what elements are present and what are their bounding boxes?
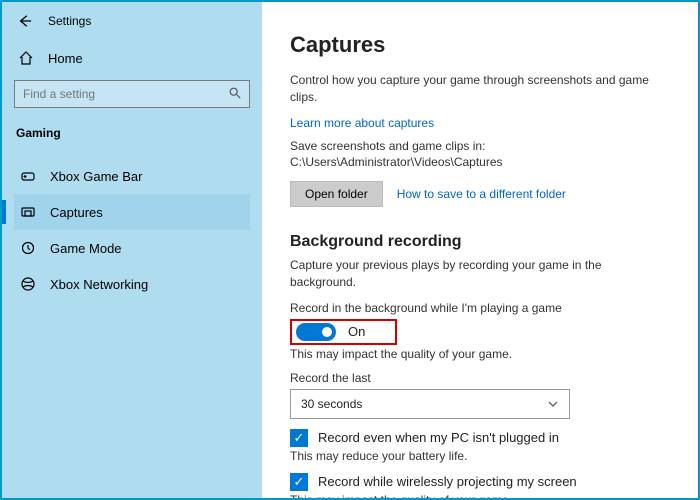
learn-more-link[interactable]: Learn more about captures	[290, 116, 670, 130]
window-title: Settings	[48, 14, 91, 28]
sidebar-item-xbox-game-bar[interactable]: Xbox Game Bar	[14, 158, 250, 194]
sidebar-item-label: Game Mode	[50, 241, 122, 256]
sidebar-item-label: Xbox Networking	[50, 277, 148, 292]
search-icon	[228, 86, 242, 100]
highlight-box: On	[290, 319, 397, 345]
sidebar-category: Gaming	[14, 122, 250, 158]
record-last-label: Record the last	[290, 371, 670, 385]
chevron-down-icon	[547, 398, 559, 410]
open-folder-button[interactable]: Open folder	[290, 181, 383, 207]
bg-recording-desc: Capture your previous plays by recording…	[290, 257, 670, 291]
sidebar-item-game-mode[interactable]: Game Mode	[14, 230, 250, 266]
search-input[interactable]	[14, 80, 250, 108]
check-wireless-projecting[interactable]: ✓	[290, 473, 308, 491]
check-plugged-in[interactable]: ✓	[290, 429, 308, 447]
check-wireless-projecting-hint: This may impact the quality of your game…	[290, 493, 670, 498]
sidebar: Settings Home Gaming Xbox Game Bar Cap	[2, 2, 262, 498]
save-path-row: Save screenshots and game clips in: C:\U…	[290, 138, 670, 172]
xbox-networking-icon	[20, 276, 36, 292]
sidebar-item-label: Captures	[50, 205, 103, 220]
check-plugged-in-hint: This may reduce your battery life.	[290, 449, 670, 463]
game-mode-icon	[20, 240, 36, 256]
check-wireless-projecting-label: Record while wirelessly projecting my sc…	[318, 474, 577, 489]
save-path-value: C:\Users\Administrator\Videos\Captures	[290, 155, 503, 169]
sidebar-item-label: Xbox Game Bar	[50, 169, 143, 184]
home-icon	[18, 50, 34, 66]
save-path-prefix: Save screenshots and game clips in:	[290, 139, 485, 153]
sidebar-item-captures[interactable]: Captures	[14, 194, 250, 230]
sidebar-item-xbox-networking[interactable]: Xbox Networking	[14, 266, 250, 302]
home-label: Home	[48, 51, 83, 66]
page-description: Control how you capture your game throug…	[290, 72, 670, 106]
bg-toggle-hint: This may impact the quality of your game…	[290, 347, 670, 361]
bg-recording-heading: Background recording	[290, 233, 670, 251]
page-title: Captures	[290, 32, 670, 58]
how-save-link[interactable]: How to save to a different folder	[397, 187, 566, 201]
check-plugged-in-label: Record even when my PC isn't plugged in	[318, 430, 559, 445]
toggle-state-label: On	[348, 324, 365, 339]
game-bar-icon	[20, 168, 36, 184]
sidebar-home[interactable]: Home	[14, 44, 250, 72]
record-last-value: 30 seconds	[301, 397, 362, 411]
bg-toggle-label: Record in the background while I'm playi…	[290, 301, 670, 315]
back-icon[interactable]	[18, 14, 32, 28]
bg-record-toggle[interactable]	[296, 323, 336, 341]
record-last-select[interactable]: 30 seconds	[290, 389, 570, 419]
content-pane: Captures Control how you capture your ga…	[262, 2, 698, 498]
captures-icon	[20, 204, 36, 220]
search-field[interactable]	[14, 80, 250, 108]
